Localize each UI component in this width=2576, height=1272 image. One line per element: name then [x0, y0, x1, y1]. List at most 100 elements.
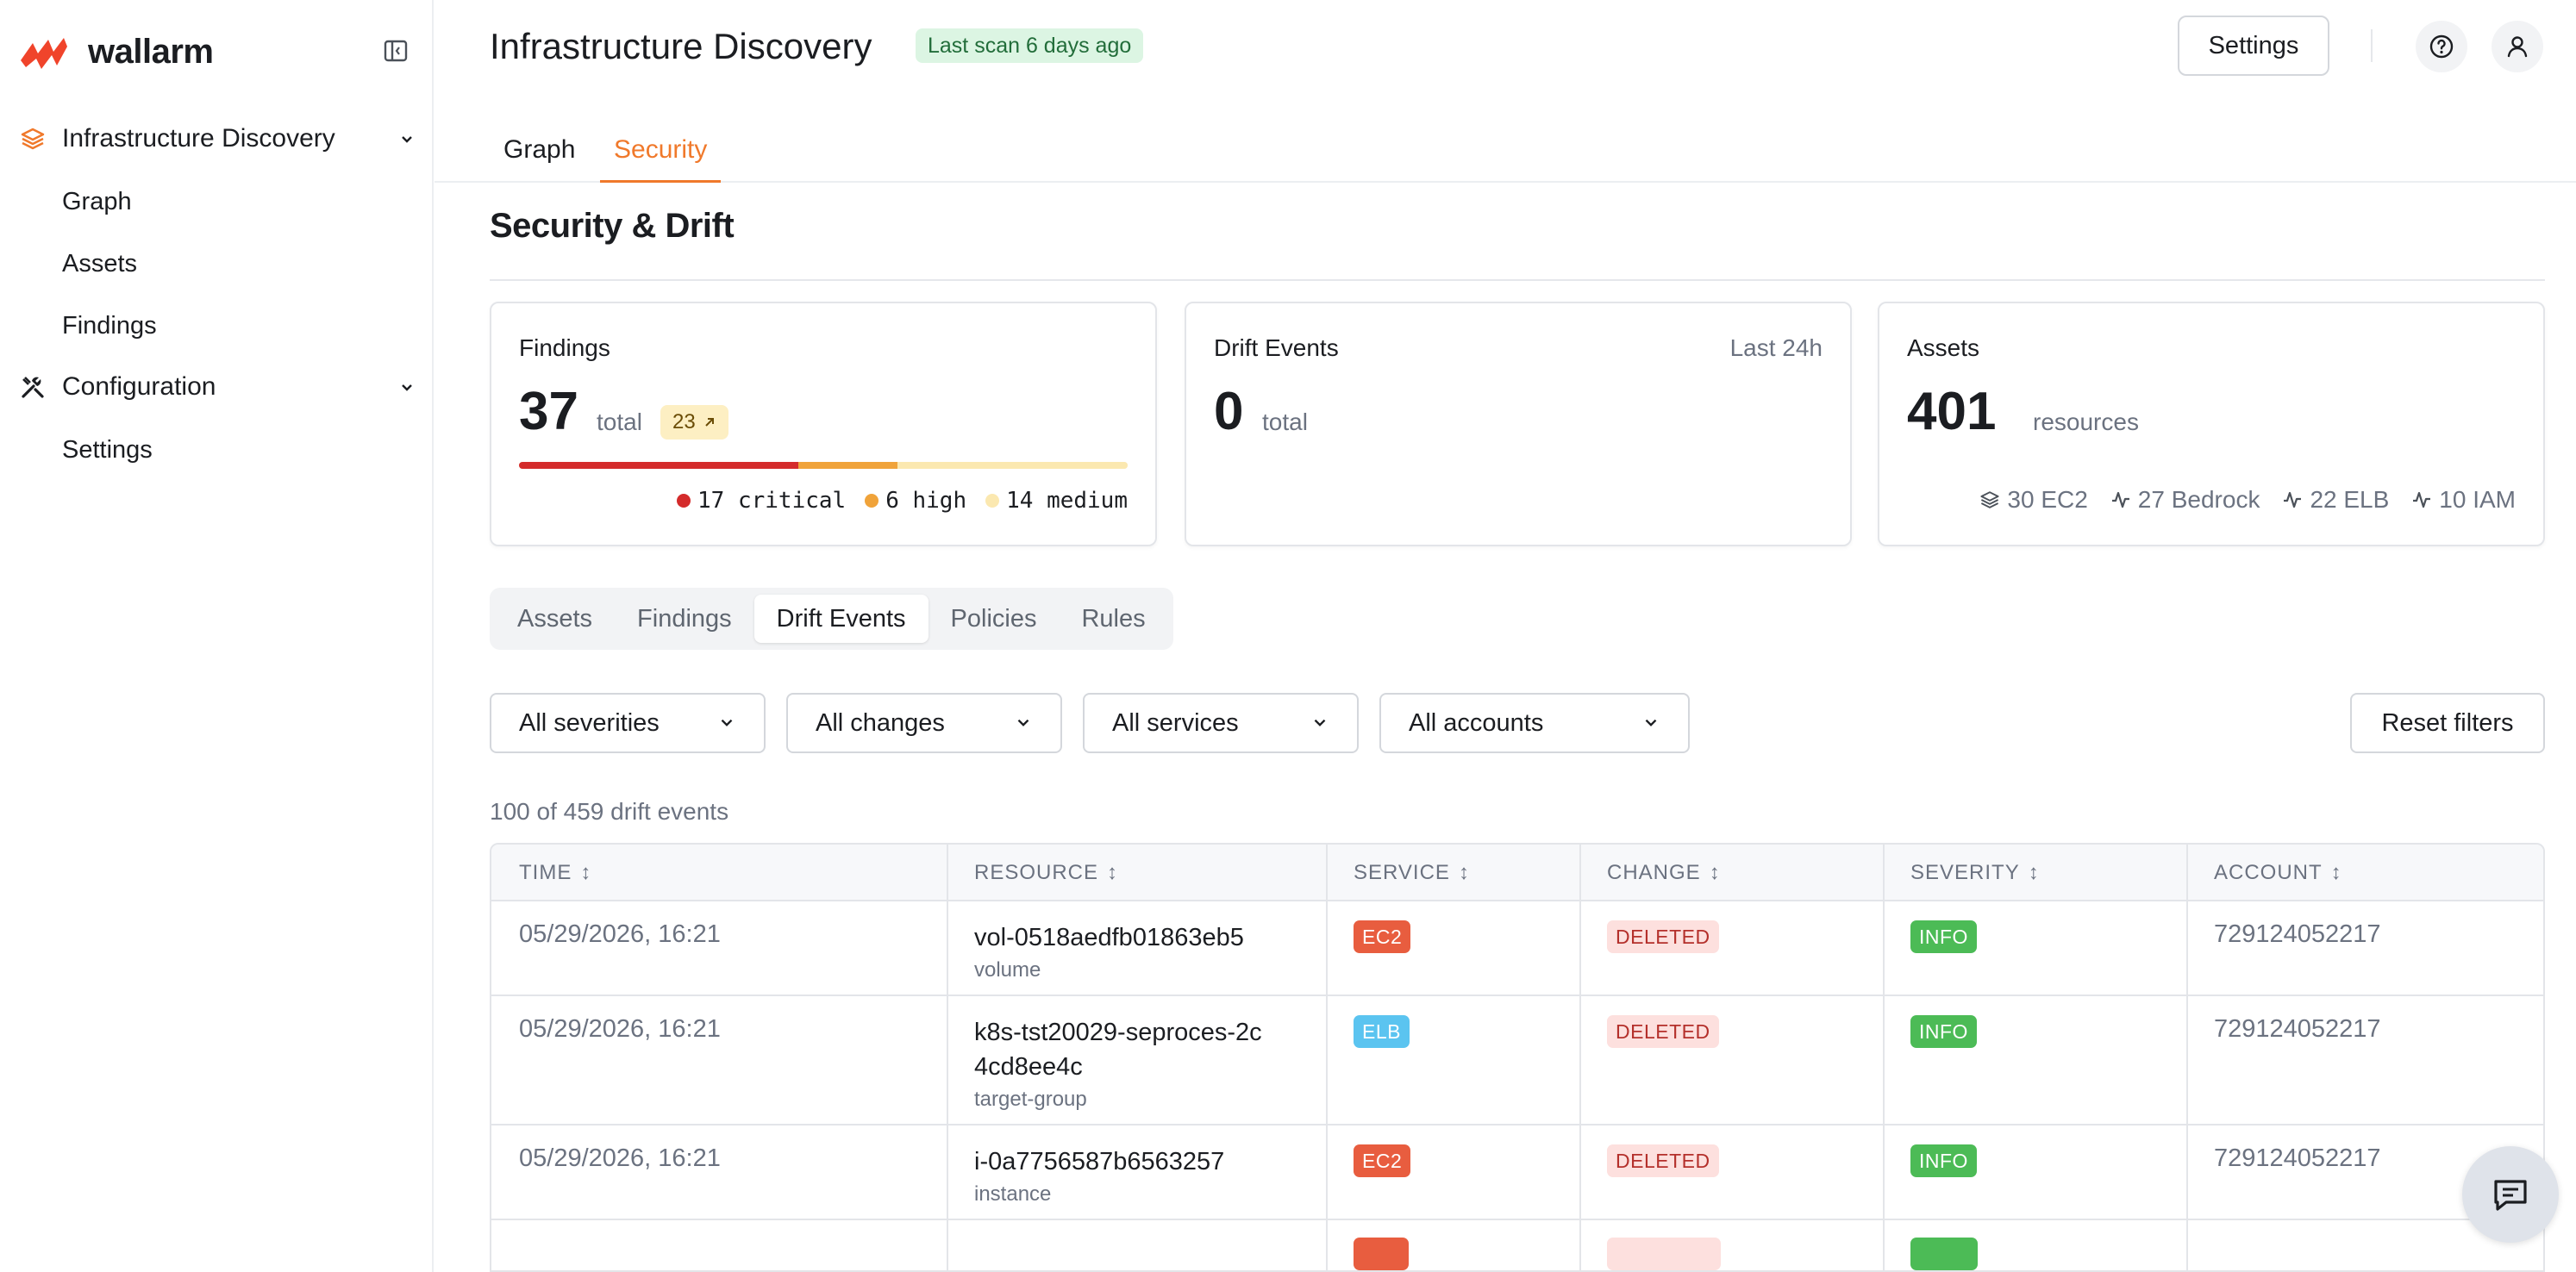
sort-icon: ↕ [580, 861, 592, 884]
last-scan-badge: Last scan 6 days ago [916, 28, 1144, 63]
page-tabs: Graph Security [435, 125, 2576, 183]
service-filter-select[interactable]: All services [1083, 693, 1359, 753]
help-button[interactable] [2416, 21, 2467, 72]
findings-card-title: Findings [519, 334, 610, 361]
chat-support-button[interactable] [2462, 1146, 2559, 1243]
assets-breakdown: 30 EC2 27 Bedrock 22 ELB 10 IAM [1979, 486, 2516, 514]
drift-total-unit: total [1262, 408, 1308, 435]
asset-ec2[interactable]: 30 EC2 [1979, 486, 2088, 514]
column-header-account[interactable]: ACCOUNT ↕ [2186, 845, 2342, 901]
segment-drift-events[interactable]: Drift Events [753, 595, 928, 643]
tools-icon [19, 373, 47, 401]
wallarm-logo[interactable]: wallarm [19, 31, 214, 72]
arrow-up-right-icon [704, 418, 714, 427]
severity-filter-value: All severities [519, 708, 660, 737]
column-header-time[interactable]: TIME ↕ [491, 845, 591, 901]
sort-icon: ↕ [1458, 861, 1470, 884]
column-time-label: TIME [519, 861, 572, 884]
tab-graph[interactable]: Graph [490, 135, 589, 183]
sort-icon: ↕ [2028, 861, 2040, 884]
row-change: DELETED [1579, 920, 1719, 953]
legend-medium-label: 14 medium [1006, 488, 1128, 514]
sidebar: wallarm Infrastructure Discovery Graph A… [0, 0, 434, 1272]
nav-group-infrastructure-discovery[interactable]: Infrastructure Discovery [19, 124, 416, 153]
service-filter-value: All services [1112, 708, 1239, 737]
resource-type: instance [974, 1182, 1052, 1206]
asset-bedrock[interactable]: 27 Bedrock [2110, 486, 2260, 514]
service-badge: EC2 [1354, 920, 1411, 953]
sidebar-collapse-icon[interactable] [383, 38, 409, 64]
row-resource[interactable]: vol-0518aedfb01863eb5 volume [947, 920, 1326, 982]
header-divider [2371, 29, 2373, 62]
table-row[interactable]: 05/29/2026, 16:21 i-0a7756587b6563257 in… [491, 1125, 2543, 1220]
segment-policies[interactable]: Policies [928, 595, 1060, 643]
activity-icon [2413, 491, 2431, 508]
table-row[interactable]: 05/29/2026, 16:21 vol-0518aedfb01863eb5 … [491, 901, 2543, 996]
nav-group-label: Infrastructure Discovery [62, 124, 335, 153]
findings-card[interactable]: Findings 37 total 23 17 critical 6 high … [490, 302, 1157, 546]
asset-elb-label: 22 ELB [2310, 486, 2390, 513]
nav-group-configuration[interactable]: Configuration [19, 372, 416, 402]
row-account: 729124052217 [2214, 1015, 2381, 1043]
section-divider [490, 279, 2545, 281]
chat-icon [2494, 1180, 2527, 1211]
severity-bar-high [798, 462, 897, 469]
drift-card-title: Drift Events [1214, 334, 1339, 361]
row-resource[interactable]: i-0a7756587b6563257 instance [947, 1144, 1326, 1207]
segment-assets[interactable]: Assets [495, 595, 615, 643]
asset-bedrock-label: 27 Bedrock [2137, 486, 2260, 513]
column-header-change[interactable]: CHANGE ↕ [1579, 845, 1721, 901]
severity-filter-select[interactable]: All severities [490, 693, 766, 753]
asset-iam[interactable]: 10 IAM [2411, 486, 2516, 514]
column-header-service[interactable]: SERVICE ↕ [1326, 845, 1470, 901]
row-service: EC2 [1326, 1144, 1411, 1177]
findings-total-unit: total [597, 408, 642, 435]
segment-findings[interactable]: Findings [615, 595, 754, 643]
sidebar-item-graph[interactable]: Graph [62, 188, 132, 216]
assets-total-unit: resources [2033, 408, 2139, 435]
service-badge: EC2 [1354, 1144, 1411, 1177]
assets-card[interactable]: Assets 401 resources 30 EC2 27 Bedrock 2… [1878, 302, 2545, 546]
change-filter-value: All changes [816, 708, 945, 737]
severity-badge: INFO [1910, 1015, 1977, 1048]
drift-events-count: 100 of 459 drift events [490, 798, 729, 825]
segment-rules[interactable]: Rules [1059, 595, 1167, 643]
help-icon [2429, 34, 2454, 59]
table-row[interactable]: 05/29/2026, 16:21 k8s-tst20029-seproces-… [491, 996, 2543, 1125]
chevron-down-icon [1314, 719, 1326, 726]
column-resource-label: RESOURCE [974, 861, 1099, 884]
drift-total: 0 [1214, 382, 1244, 441]
assets-total: 401 [1907, 382, 1997, 441]
chevron-down-icon [1645, 719, 1657, 726]
settings-button[interactable]: Settings [2178, 16, 2329, 76]
account-filter-select[interactable]: All accounts [1379, 693, 1690, 753]
service-badge [1354, 1238, 1409, 1270]
row-service [1326, 1238, 1409, 1270]
column-change-label: CHANGE [1607, 861, 1701, 884]
change-filter-select[interactable]: All changes [786, 693, 1062, 753]
resource-type: target-group [974, 1088, 1087, 1111]
sidebar-item-settings[interactable]: Settings [62, 436, 153, 465]
tab-security[interactable]: Security [600, 135, 722, 183]
row-account: 729124052217 [2214, 1144, 2381, 1172]
sidebar-item-assets[interactable]: Assets [62, 250, 137, 278]
table-row-partial[interactable] [491, 1220, 2543, 1270]
row-severity: INFO [1883, 1144, 1977, 1177]
findings-total: 37 [519, 382, 578, 441]
page-title: Infrastructure Discovery [490, 26, 872, 66]
user-menu-button[interactable] [2492, 21, 2543, 72]
asset-elb[interactable]: 22 ELB [2282, 486, 2389, 514]
sort-icon: ↕ [2330, 861, 2342, 884]
column-header-resource[interactable]: RESOURCE ↕ [947, 845, 1118, 901]
high-dot [865, 494, 879, 508]
sidebar-item-findings[interactable]: Findings [62, 312, 157, 340]
security-view-tabs: Assets Findings Drift Events Policies Ru… [490, 588, 1173, 650]
row-resource[interactable]: k8s-tst20029-seproces-2c4cd8ee4c target-… [947, 1015, 1274, 1112]
reset-filters-button[interactable]: Reset filters [2350, 693, 2545, 753]
column-header-severity[interactable]: SEVERITY ↕ [1883, 845, 2040, 901]
drift-events-table: TIME ↕ RESOURCE ↕ SERVICE ↕ CHANGE ↕ SEVERIT… [490, 843, 2545, 1272]
change-badge [1607, 1238, 1721, 1270]
layers-icon [1980, 491, 1999, 508]
drift-events-card[interactable]: Drift Events Last 24h 0 total [1185, 302, 1852, 546]
activity-icon [2111, 491, 2129, 508]
